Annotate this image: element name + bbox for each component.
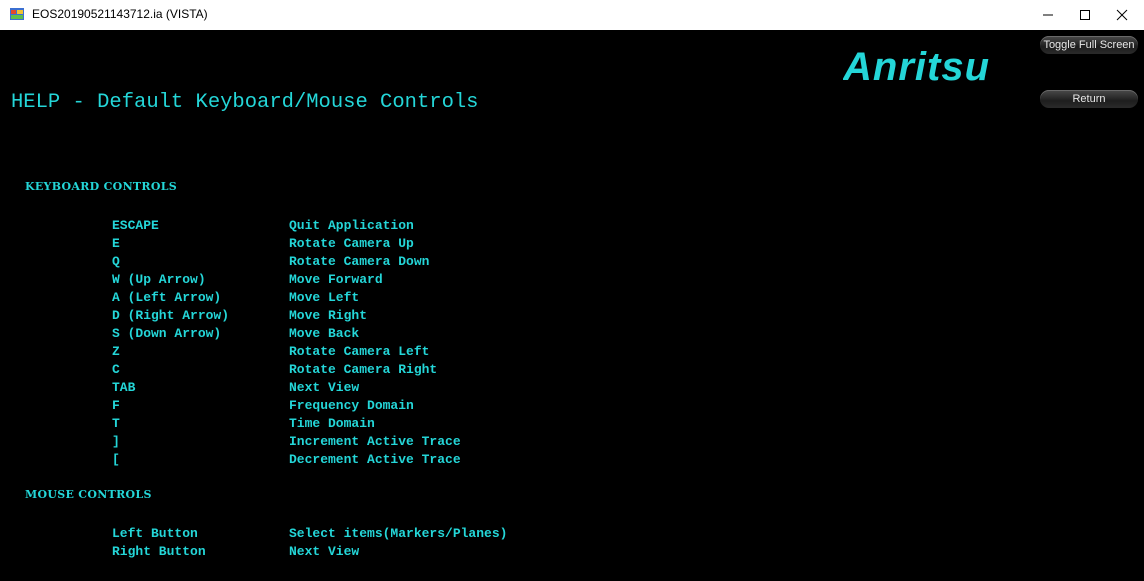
action-label: Increment Active Trace [289, 434, 461, 449]
key-label: E [112, 236, 120, 251]
key-label: W (Up Arrow) [112, 272, 206, 287]
maximize-icon [1080, 10, 1090, 20]
title-bar: EOS20190521143712.ia (VISTA) [0, 0, 1144, 30]
key-label: F [112, 398, 120, 413]
anritsu-logo: Anritsu [843, 47, 990, 87]
action-label: Move Back [289, 326, 360, 341]
action-label: Next View [289, 544, 360, 559]
key-label: D (Right Arrow) [112, 308, 230, 323]
page-title: HELP - Default Keyboard/Mouse Controls [11, 91, 479, 114]
help-screen: Anritsu Toggle Full Screen Return HELP -… [0, 30, 1144, 581]
app-icon [10, 8, 24, 20]
minimize-icon [1043, 14, 1053, 16]
key-label: TAB [112, 380, 136, 395]
action-label: Rotate Camera Right [289, 362, 438, 377]
action-label: Move Right [289, 308, 368, 323]
key-label: ] [112, 434, 120, 449]
key-label: Left Button [112, 526, 198, 541]
action-label: Quit Application [289, 218, 414, 233]
action-label: Move Left [289, 290, 360, 305]
action-label: Move Forward [289, 272, 383, 287]
window-title: EOS20190521143712.ia (VISTA) [32, 7, 208, 21]
action-label: Next View [289, 380, 360, 395]
mouse-controls-heading: MOUSE CONTROLS [25, 488, 152, 501]
key-label: T [112, 416, 120, 431]
close-button[interactable] [1104, 0, 1140, 30]
action-label: Select items(Markers/Planes) [289, 526, 508, 541]
action-label: Rotate Camera Up [289, 236, 414, 251]
key-label: A (Left Arrow) [112, 290, 222, 305]
toggle-full-screen-button[interactable]: Toggle Full Screen [1040, 36, 1138, 54]
maximize-button[interactable] [1067, 0, 1103, 30]
key-label: C [112, 362, 120, 377]
key-label: Right Button [112, 544, 206, 559]
minimize-button[interactable] [1030, 0, 1066, 30]
key-label: [ [112, 452, 120, 467]
action-label: Decrement Active Trace [289, 452, 461, 467]
keyboard-controls-heading: KEYBOARD CONTROLS [25, 180, 178, 193]
action-label: Rotate Camera Left [289, 344, 430, 359]
action-label: Rotate Camera Down [289, 254, 430, 269]
key-label: Z [112, 344, 120, 359]
action-label: Frequency Domain [289, 398, 414, 413]
action-label: Time Domain [289, 416, 375, 431]
svg-text:Anritsu: Anritsu [843, 47, 990, 87]
key-label: Q [112, 254, 120, 269]
key-label: S (Down Arrow) [112, 326, 222, 341]
close-icon [1116, 9, 1128, 21]
return-button[interactable]: Return [1040, 90, 1138, 108]
key-label: ESCAPE [112, 218, 159, 233]
